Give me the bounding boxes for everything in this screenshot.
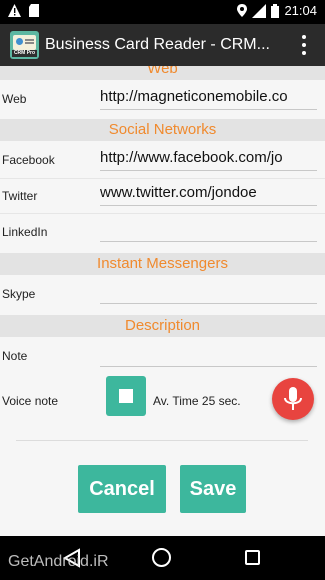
- section-description: Description: [0, 315, 325, 337]
- overflow-menu-icon[interactable]: [301, 35, 307, 55]
- web-label: Web: [2, 92, 27, 106]
- location-icon: [237, 4, 248, 17]
- section-web: Web: [0, 66, 325, 80]
- note-label: Note: [2, 349, 28, 363]
- average-time-text: Av. Time 25 sec.: [153, 394, 241, 408]
- twitter-input[interactable]: www.twitter.com/jondoe: [100, 182, 317, 206]
- section-social-networks: Social Networks: [0, 119, 325, 141]
- app-icon-badge: CRM Pro: [12, 50, 37, 57]
- signal-icon: [252, 3, 267, 18]
- home-icon[interactable]: [152, 548, 171, 567]
- twitter-label: Twitter: [2, 189, 38, 203]
- row-separator: [0, 213, 325, 214]
- stop-icon: [119, 389, 133, 403]
- save-button[interactable]: Save: [180, 465, 246, 513]
- linkedin-input[interactable]: [100, 218, 317, 242]
- note-input[interactable]: [100, 343, 317, 367]
- warning-icon: [8, 4, 21, 17]
- microphone-icon: [284, 387, 302, 410]
- skype-label: Skype: [2, 287, 36, 301]
- action-bar: CRM Pro Business Card Reader - CRM...: [0, 24, 325, 66]
- skype-input[interactable]: [100, 280, 317, 304]
- sd-card-icon: [29, 4, 39, 17]
- microphone-button[interactable]: [272, 378, 314, 420]
- form-content: Web Web http://magneticonemobile.co Soci…: [0, 66, 325, 536]
- divider: [16, 440, 308, 441]
- app-title: Business Card Reader - CRM...: [45, 36, 270, 53]
- voice-note-label: Voice note: [2, 394, 59, 408]
- app-icon[interactable]: CRM Pro: [10, 31, 39, 59]
- watermark: GetAndroid.iR: [8, 553, 109, 570]
- facebook-input[interactable]: http://www.facebook.com/jo: [100, 147, 317, 171]
- row-separator: [0, 178, 325, 179]
- recents-icon[interactable]: [245, 550, 260, 565]
- section-instant-messengers: Instant Messengers: [0, 253, 325, 275]
- status-bar: 21:04: [0, 0, 325, 24]
- status-time: 21:04: [284, 3, 317, 18]
- battery-icon: [271, 3, 280, 18]
- facebook-label: Facebook: [2, 153, 55, 167]
- linkedin-label: LinkedIn: [2, 225, 48, 239]
- record-stop-button[interactable]: [106, 376, 146, 416]
- cancel-button[interactable]: Cancel: [78, 465, 166, 513]
- web-input[interactable]: http://magneticonemobile.co: [100, 86, 317, 110]
